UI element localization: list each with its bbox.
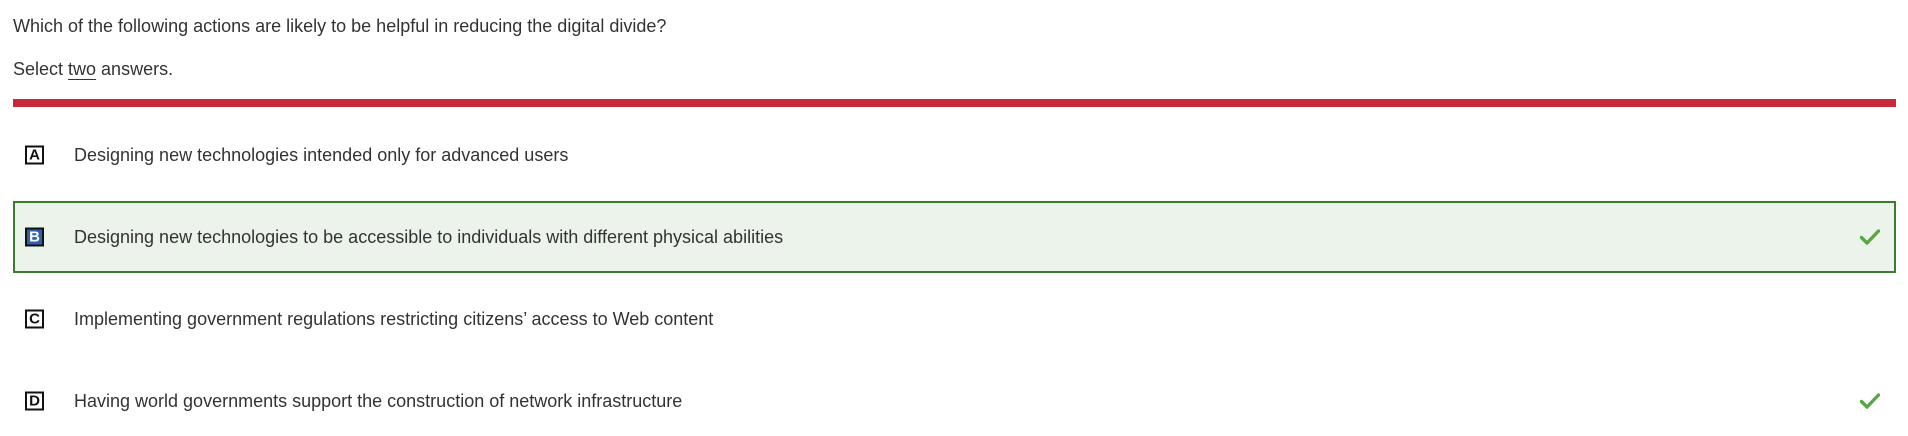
option-letter-b: B <box>25 227 44 247</box>
check-icon <box>1860 229 1880 245</box>
option-letter-d: D <box>25 391 44 411</box>
question-page: Which of the following actions are likel… <box>0 0 1908 436</box>
option-a[interactable]: A Designing new technologies intended on… <box>13 119 1896 191</box>
option-d[interactable]: D Having world governments support the c… <box>13 365 1896 436</box>
divider-bar <box>13 99 1896 107</box>
option-text-a: Designing new technologies intended only… <box>74 145 569 165</box>
option-letter-c: C <box>25 309 44 329</box>
option-b[interactable]: B Designing new technologies to be acces… <box>13 201 1896 273</box>
instruction-emphasis: two <box>68 59 97 79</box>
option-c[interactable]: C Implementing government regulations re… <box>13 283 1896 355</box>
option-text-b: Designing new technologies to be accessi… <box>74 227 784 247</box>
instruction-suffix: answers. <box>96 59 174 79</box>
option-letter-a: A <box>25 145 44 165</box>
check-icon <box>1860 393 1880 409</box>
option-text-d: Having world governments support the con… <box>74 391 683 411</box>
instruction-text: Select two answers. <box>13 57 173 81</box>
question-text: Which of the following actions are likel… <box>13 16 667 36</box>
option-text-c: Implementing government regulations rest… <box>74 309 714 329</box>
instruction-prefix: Select <box>13 59 69 79</box>
answer-options: A Designing new technologies intended on… <box>13 119 1896 436</box>
